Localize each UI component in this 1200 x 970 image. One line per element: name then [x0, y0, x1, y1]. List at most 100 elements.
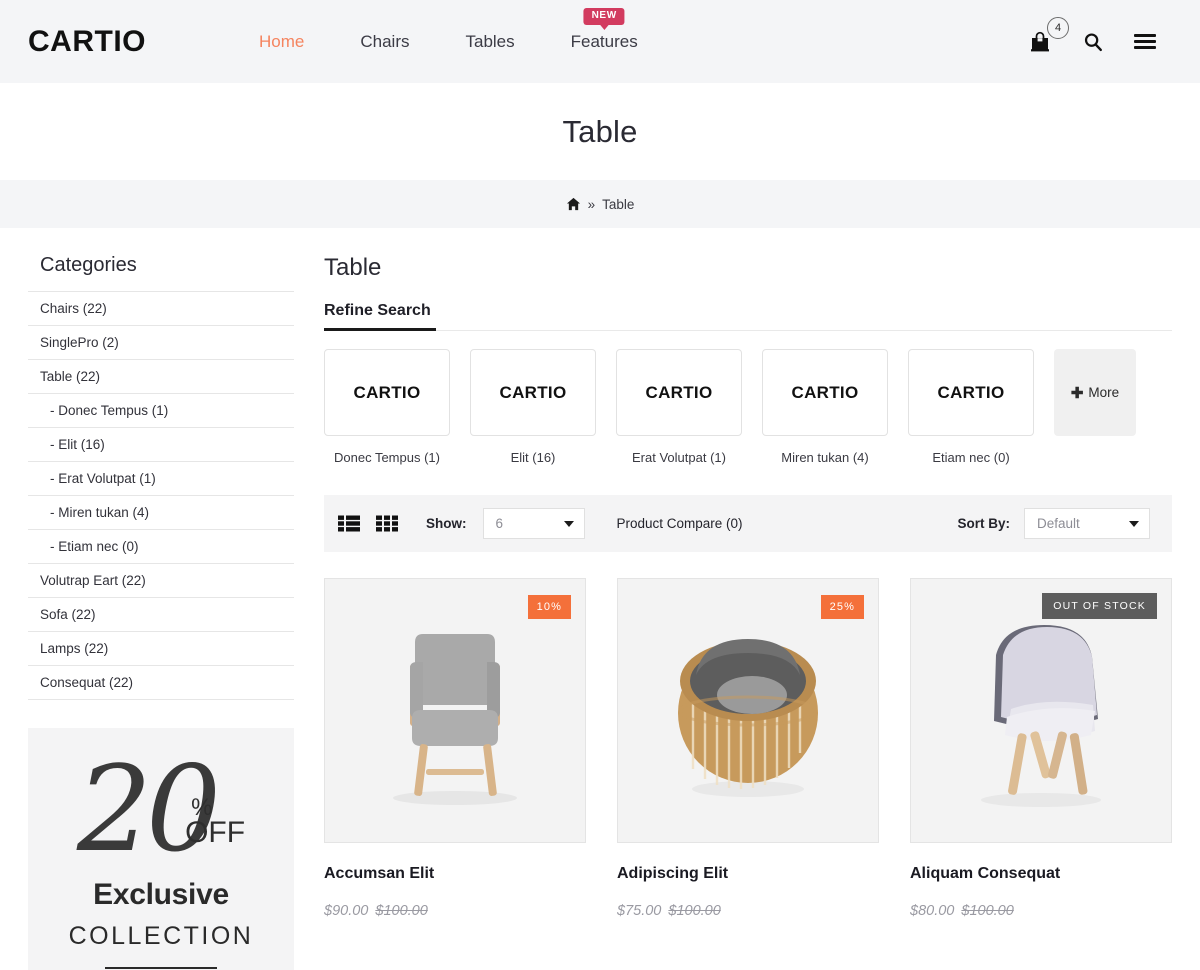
plus-icon: ✚ [1070, 384, 1084, 402]
new-badge: NEW [583, 7, 625, 25]
promo-line-2: COLLECTION [68, 922, 254, 950]
price-old: $100.00 [668, 903, 721, 919]
product-grid: 10% Accumsan Elit $90.00 $100.00 25% Adi… [324, 578, 1172, 919]
menu-button[interactable] [1134, 31, 1156, 52]
site-header: CARTIO Home Chairs Tables NEW Features 4 [0, 0, 1200, 83]
refine-item-miren-tukan[interactable]: CARTIO Miren tukan (4) [762, 349, 888, 465]
breadcrumb-separator: » [587, 196, 596, 212]
product-image[interactable]: OUT OF STOCK [910, 578, 1172, 843]
sidebar-item-consequat[interactable]: Consequat (22) [28, 666, 294, 700]
sidebar-item-erat-volutpat[interactable]: - Erat Volutpat (1) [28, 462, 294, 496]
price-old: $100.00 [375, 903, 428, 919]
product-image[interactable]: 10% [324, 578, 586, 843]
price-old: $100.00 [961, 903, 1014, 919]
refine-more-label: More [1088, 385, 1120, 400]
product-name[interactable]: Aliquam Consequat [910, 865, 1172, 883]
sidebar-item-lamps[interactable]: Lamps (22) [28, 632, 294, 666]
product-price: $80.00 $100.00 [910, 903, 1172, 919]
product-name[interactable]: Accumsan Elit [324, 865, 586, 883]
nav-label-features: Features [570, 31, 638, 51]
sidebar-item-chairs[interactable]: Chairs (22) [28, 292, 294, 326]
sidebar-item-table[interactable]: Table (22) [28, 360, 294, 394]
promo-banner[interactable]: 20% OFF Exclusive COLLECTION [28, 728, 294, 970]
home-icon[interactable] [566, 197, 581, 211]
refine-label[interactable]: Elit (16) [470, 450, 596, 465]
refine-search-heading: Refine Search [324, 302, 1172, 331]
breadcrumb: » Table [0, 180, 1200, 228]
discount-badge: 10% [527, 595, 571, 619]
gray-armchair-illustration [393, 633, 517, 805]
breadcrumb-current[interactable]: Table [602, 197, 634, 212]
product-card: 10% Accumsan Elit $90.00 $100.00 [324, 578, 586, 919]
sidebar-item-elit[interactable]: - Elit (16) [28, 428, 294, 462]
refine-item-donec-tempus[interactable]: CARTIO Donec Tempus (1) [324, 349, 450, 465]
rattan-ball-chair-illustration [678, 638, 818, 797]
refine-item-erat-volutpat[interactable]: CARTIO Erat Volutpat (1) [616, 349, 742, 465]
refine-label[interactable]: Erat Volutpat (1) [616, 450, 742, 465]
nav-item-chairs[interactable]: Chairs [332, 32, 437, 52]
out-of-stock-badge: OUT OF STOCK [1042, 593, 1157, 619]
sort-controls: Sort By: Default [957, 508, 1150, 539]
grid-view-button[interactable] [376, 515, 398, 532]
category-list: Chairs (22) SinglePro (2) Table (22) - D… [28, 291, 294, 700]
sort-select-value: Default [1037, 516, 1080, 531]
cart-count-badge: 4 [1047, 16, 1069, 39]
price-current: $80.00 [910, 903, 955, 919]
product-price: $75.00 $100.00 [617, 903, 879, 919]
sidebar-item-etiam-nec[interactable]: - Etiam nec (0) [28, 530, 294, 564]
show-label: Show: [426, 516, 467, 531]
promo-line-1: Exclusive [93, 878, 229, 911]
product-price: $90.00 $100.00 [324, 903, 586, 919]
category-heading: Table [324, 254, 382, 281]
product-image[interactable]: 25% [617, 578, 879, 843]
sidebar-item-volutrap-eart[interactable]: Volutrap Eart (22) [28, 564, 294, 598]
nav-label-tables: Tables [465, 31, 515, 51]
refine-thumb[interactable]: CARTIO [324, 349, 450, 436]
product-toolbar: Show: 6 Product Compare (0) Sort By: Def… [324, 495, 1172, 552]
show-select[interactable]: 6 [482, 508, 585, 539]
promo-off-text: OFF [185, 816, 246, 849]
list-view-button[interactable] [338, 515, 360, 532]
promo-divider [105, 967, 217, 969]
site-logo[interactable]: CARTIO [28, 26, 146, 57]
nav-item-features[interactable]: NEW Features [543, 7, 666, 52]
sidebar-item-miren-tukan[interactable]: - Miren tukan (4) [28, 496, 294, 530]
nav-label-chairs: Chairs [360, 31, 410, 51]
list-view-icon [338, 515, 360, 532]
main-navigation: Home Chairs Tables NEW Features [231, 7, 1028, 52]
nav-item-tables[interactable]: Tables [437, 32, 542, 52]
refine-label[interactable]: Etiam nec (0) [908, 450, 1034, 465]
refine-item-elit[interactable]: CARTIO Elit (16) [470, 349, 596, 465]
main-column: Table Refine Search CARTIO Donec Tempus … [324, 228, 1172, 970]
product-compare-link[interactable]: Product Compare (0) [617, 516, 743, 531]
search-button[interactable] [1082, 31, 1104, 53]
discount-badge: 25% [820, 595, 864, 619]
refine-label[interactable]: Donec Tempus (1) [324, 450, 450, 465]
hamburger-menu-icon [1134, 31, 1156, 52]
price-current: $75.00 [617, 903, 662, 919]
refine-search-grid: CARTIO Donec Tempus (1) CARTIO Elit (16)… [324, 349, 1172, 465]
sort-select[interactable]: Default [1024, 508, 1150, 539]
refine-more-button[interactable]: ✚ More [1054, 349, 1136, 436]
refine-item-etiam-nec[interactable]: CARTIO Etiam nec (0) [908, 349, 1034, 465]
sidebar-item-singlepro[interactable]: SinglePro (2) [28, 326, 294, 360]
promo-off-group: % OFF [185, 796, 246, 849]
search-icon [1084, 32, 1102, 51]
sidebar-title: Categories [40, 254, 137, 276]
refine-thumb[interactable]: CARTIO [616, 349, 742, 436]
nav-label-home: Home [259, 31, 305, 51]
product-name[interactable]: Adipiscing Elit [617, 865, 879, 883]
sidebar: Categories Chairs (22) SinglePro (2) Tab… [28, 228, 294, 970]
page-hero: Table [0, 83, 1200, 180]
nav-item-home[interactable]: Home [231, 32, 332, 52]
refine-label[interactable]: Miren tukan (4) [762, 450, 888, 465]
show-select-value: 6 [495, 516, 504, 531]
page-title: Table [562, 113, 638, 149]
refine-thumb[interactable]: CARTIO [762, 349, 888, 436]
refine-thumb[interactable]: CARTIO [908, 349, 1034, 436]
sidebar-item-donec-tempus[interactable]: - Donec Tempus (1) [28, 394, 294, 428]
price-current: $90.00 [324, 903, 369, 919]
sidebar-item-sofa[interactable]: Sofa (22) [28, 598, 294, 632]
cart-button[interactable]: 4 [1028, 16, 1069, 54]
refine-thumb[interactable]: CARTIO [470, 349, 596, 436]
